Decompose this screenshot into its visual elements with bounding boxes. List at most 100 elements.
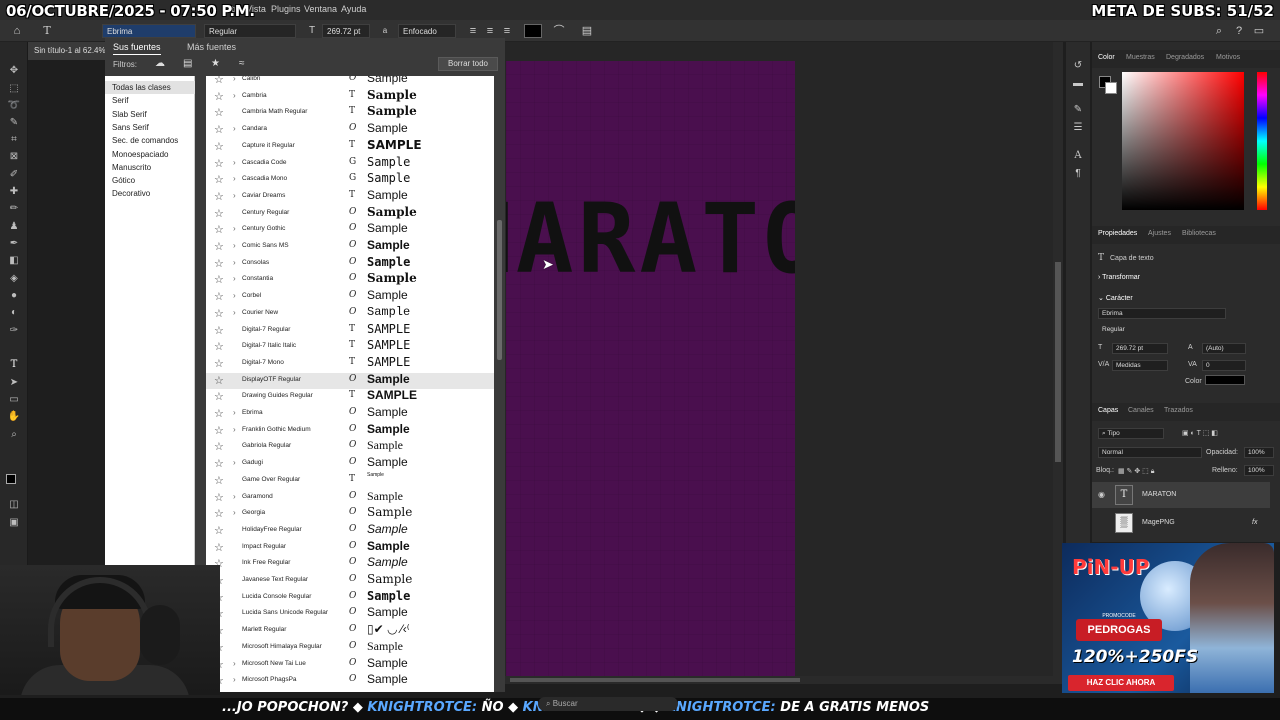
font-row[interactable]: ☆ › Gadugi O Sample (206, 455, 494, 473)
font-row[interactable]: ☆ HolidayFree Regular O Sample (206, 522, 494, 540)
history-icon[interactable]: ↺ (1071, 60, 1085, 74)
hand-tool-icon[interactable]: ✋ (6, 410, 22, 424)
font-row[interactable]: ☆ Gabriola Regular O Sample (206, 438, 494, 456)
font-row[interactable]: ☆ › Calibri O Sample (206, 76, 494, 89)
font-row[interactable]: ☆›Microsoft New Tai LueOSample (206, 656, 494, 674)
favorite-star-icon[interactable]: ☆ (214, 390, 224, 403)
quick-select-tool-icon[interactable]: ✎ (6, 116, 22, 130)
layer-filter-icons[interactable]: ▣ ◐ T ⬚ ◧ (1182, 429, 1218, 437)
document-tab[interactable]: Sin título-1 al 62.4% (28, 42, 108, 60)
font-row[interactable]: ☆ › Constantia O Sample (206, 271, 494, 289)
expand-chevron-icon[interactable]: › (233, 224, 236, 233)
menu-plugins[interactable]: Plugins (271, 4, 301, 14)
expand-chevron-icon[interactable]: › (233, 274, 236, 283)
font-row[interactable]: ☆ › Georgia O Sample (206, 505, 494, 523)
font-row[interactable]: ☆ Cambria Math Regular T Sample (206, 104, 494, 122)
quick-mask-icon[interactable]: ◫ (6, 498, 22, 512)
properties-color-swatch[interactable] (1205, 375, 1245, 385)
favorite-star-icon[interactable]: ☆ (214, 324, 224, 337)
cloud-filter-icon[interactable]: ☁ (155, 58, 165, 69)
font-class-item[interactable]: Monoespaciado (105, 148, 195, 161)
eraser-tool-icon[interactable]: ◧ (6, 254, 22, 268)
font-row[interactable]: ☆ DisplayOTF Regular O Sample (206, 372, 494, 390)
properties-leading[interactable]: (Auto) (1202, 343, 1246, 354)
expand-chevron-icon[interactable]: › (233, 241, 236, 250)
font-class-item[interactable]: Decorativo (105, 187, 195, 200)
move-tool-icon[interactable]: ✥ (6, 64, 22, 78)
font-class-item[interactable]: Manuscrito (105, 161, 195, 174)
font-row[interactable]: ☆Lucida Console RegularOSample (206, 589, 494, 607)
expand-chevron-icon[interactable]: › (233, 191, 236, 200)
foreground-color-swatch[interactable] (6, 474, 16, 484)
warp-text-icon[interactable]: ⌒ (552, 24, 566, 38)
layer-row[interactable]: ◉ T MARATON (1092, 482, 1270, 508)
favorite-star-icon[interactable]: ☆ (214, 190, 224, 203)
blur-tool-icon[interactable]: ● (6, 289, 22, 303)
font-row[interactable]: ☆ Digital-7 Mono T SAMPLE (206, 355, 494, 373)
favorite-star-icon[interactable]: ☆ (214, 440, 224, 453)
dodge-tool-icon[interactable]: ◐ (6, 306, 22, 320)
marquee-tool-icon[interactable]: ⬚ (6, 82, 22, 96)
expand-chevron-icon[interactable]: › (233, 174, 236, 183)
properties-tracking[interactable]: 0 (1202, 360, 1246, 371)
text-color-swatch[interactable] (524, 24, 542, 38)
favorite-star-icon[interactable]: ☆ (214, 374, 224, 387)
hue-slider[interactable] (1257, 72, 1267, 210)
properties-kerning[interactable]: Medidas (1112, 360, 1168, 371)
favorite-star-icon[interactable]: ☆ (214, 457, 224, 470)
font-row[interactable]: ☆Ink Free RegularOSample (206, 555, 494, 573)
font-size-field[interactable]: 269.72 pt (322, 24, 370, 38)
font-row[interactable]: ☆ › Franklin Gothic Medium O Sample (206, 422, 494, 440)
favorite-star-icon[interactable]: ☆ (214, 524, 224, 537)
favorite-star-icon[interactable]: ☆ (214, 123, 224, 136)
font-row[interactable]: ☆ › Corbel O Sample (206, 288, 494, 306)
align-left-icon[interactable]: ≡ (466, 24, 480, 38)
favorite-star-icon[interactable]: ☆ (214, 140, 224, 153)
search-icon[interactable]: ⌕ (1212, 24, 1226, 38)
favorite-star-icon[interactable]: ☆ (214, 357, 224, 370)
healing-tool-icon[interactable]: ✚ (6, 185, 22, 199)
favorite-star-icon[interactable]: ☆ (214, 507, 224, 520)
font-row[interactable]: ☆ › Cascadia Mono G Sample (206, 171, 494, 189)
favorite-star-icon[interactable]: ☆ (214, 106, 224, 119)
font-family-select[interactable]: Ebrima (102, 24, 196, 38)
help-icon[interactable]: ? (1232, 24, 1246, 38)
tab-color[interactable]: Color (1098, 54, 1115, 61)
favorite-star-icon[interactable]: ☆ (214, 173, 224, 186)
frame-tool-icon[interactable]: ⊠ (6, 150, 22, 164)
tab-your-fonts[interactable]: Sus fuentes (113, 42, 161, 55)
tab-layers[interactable]: Capas (1098, 407, 1118, 414)
font-row[interactable]: ☆ › Consolas O Sample (206, 255, 494, 273)
crop-tool-icon[interactable]: ⌗ (6, 133, 22, 147)
font-class-item[interactable]: Todas las clases (105, 81, 195, 94)
visibility-eye-icon[interactable]: ◉ (1098, 490, 1105, 499)
font-row[interactable]: ☆ › Caviar Dreams T Sample (206, 188, 494, 206)
font-row[interactable]: ☆ Digital-7 Italic Italic T SAMPLE (206, 338, 494, 356)
expand-chevron-icon[interactable]: › (233, 291, 236, 300)
home-icon[interactable]: ⌂ (10, 24, 24, 38)
clear-all-button[interactable]: Borrar todo (438, 57, 498, 71)
bucket-tool-icon[interactable]: ◈ (6, 272, 22, 286)
favorite-star-icon[interactable]: ☆ (214, 290, 224, 303)
lasso-tool-icon[interactable]: ➰ (6, 99, 22, 113)
tab-more-fonts[interactable]: Más fuentes (187, 42, 236, 52)
favorite-star-icon[interactable]: ☆ (214, 491, 224, 504)
favorite-star-icon[interactable]: ☆ (214, 407, 224, 420)
menu-window[interactable]: Ventana (304, 4, 337, 14)
font-row[interactable]: ☆Microsoft Himalaya RegularOSample (206, 639, 494, 657)
expand-chevron-icon[interactable]: › (233, 258, 236, 267)
font-row[interactable]: ☆ Game Over Regular T Sample (206, 472, 494, 490)
expand-chevron-icon[interactable]: › (233, 91, 236, 100)
tab-adjustments[interactable]: Ajustes (1148, 230, 1171, 237)
brush-settings-icon[interactable]: ✎ (1071, 104, 1085, 118)
expand-chevron-icon[interactable]: › (233, 124, 236, 133)
ad-cta-button[interactable]: HAZ CLIC AHORA (1068, 675, 1174, 691)
tab-libraries[interactable]: Bibliotecas (1182, 230, 1216, 237)
font-row[interactable]: ☆ › Ebrima O Sample (206, 405, 494, 423)
favorite-star-icon[interactable]: ☆ (214, 76, 224, 86)
expand-chevron-icon[interactable]: › (233, 76, 236, 83)
font-style-select[interactable]: Regular (204, 24, 296, 38)
font-class-item[interactable]: Serif (105, 94, 195, 107)
lock-icons[interactable]: ▦ ✎ ✥ ⬚ 🔒︎ (1118, 467, 1154, 476)
workspace-icon[interactable]: ▭ (1252, 24, 1266, 38)
